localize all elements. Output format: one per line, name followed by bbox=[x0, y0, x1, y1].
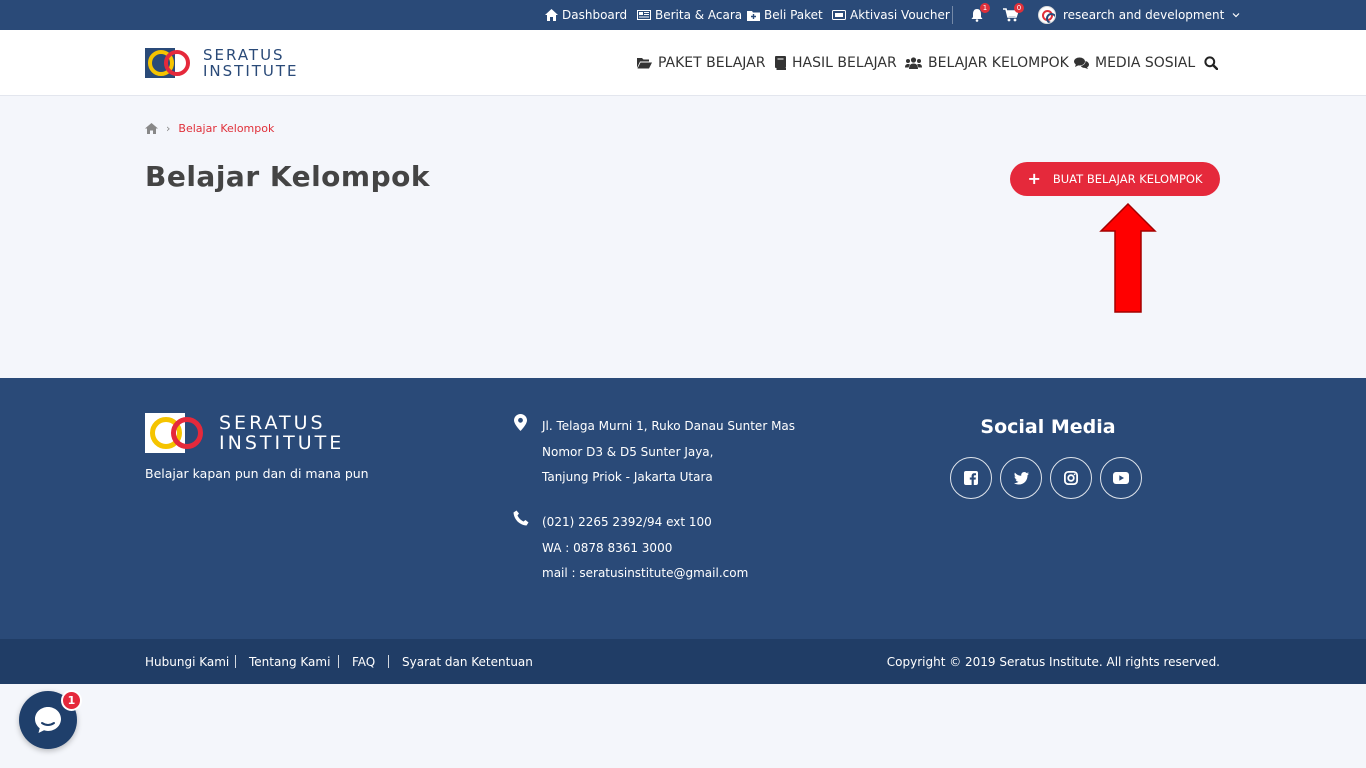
address-line-1: Jl. Telaga Murni 1, Ruko Danau Sunter Ma… bbox=[542, 419, 796, 433]
home-icon[interactable] bbox=[145, 122, 158, 134]
topbar-dashboard-label: Dashboard bbox=[562, 8, 628, 22]
user-name: research and development bbox=[1063, 8, 1225, 22]
map-pin-icon bbox=[514, 414, 527, 431]
topbar-divider bbox=[952, 6, 953, 24]
breadcrumb-current: Belajar Kelompok bbox=[178, 121, 275, 135]
footer-logo-text: SERATUS INSTITUTE bbox=[219, 411, 345, 454]
contact-whatsapp: WA : 0878 8361 3000 bbox=[542, 541, 673, 555]
topbar-news-label: Berita & Acara bbox=[655, 8, 743, 22]
nav-belajar-kelompok[interactable]: BELAJAR KELOMPOK bbox=[905, 30, 1069, 96]
breadcrumb-separator: › bbox=[166, 121, 171, 135]
address-line-2: Nomor D3 & D5 Sunter Jaya, bbox=[542, 445, 714, 459]
create-study-group-button[interactable]: + BUAT BELAJAR KELOMPOK bbox=[1010, 162, 1220, 196]
home-icon bbox=[545, 9, 558, 21]
youtube-icon bbox=[1113, 472, 1129, 484]
nav-hasil-belajar-label: HASIL BELAJAR bbox=[792, 55, 897, 71]
breadcrumb: › Belajar Kelompok bbox=[145, 121, 274, 135]
search-icon bbox=[1204, 56, 1218, 70]
phone-icon bbox=[513, 510, 529, 526]
logo-text: SERATUS INSTITUTE bbox=[203, 45, 299, 80]
twitter-icon bbox=[1013, 471, 1029, 484]
comments-icon bbox=[1074, 57, 1089, 69]
footer-logo-line2: INSTITUTE bbox=[219, 431, 345, 454]
address-line-3: Tanjung Priok - Jakarta Utara bbox=[542, 470, 713, 484]
topbar-dashboard-link[interactable]: Dashboard bbox=[545, 0, 627, 30]
youtube-button[interactable] bbox=[1100, 457, 1142, 499]
topbar-news-link[interactable]: Berita & Acara bbox=[637, 0, 742, 30]
footer-link-terms[interactable]: Syarat dan Ketentuan bbox=[402, 639, 533, 684]
facebook-icon bbox=[964, 471, 978, 485]
instagram-button[interactable] bbox=[1050, 457, 1092, 499]
footer-link-separator bbox=[338, 655, 339, 668]
folder-open-icon bbox=[637, 58, 652, 69]
topbar-voucher-link[interactable]: Aktivasi Voucher bbox=[832, 0, 950, 30]
plus-icon: + bbox=[1027, 169, 1041, 188]
nav-media-sosial-label: MEDIA SOSIAL bbox=[1095, 55, 1196, 71]
footer-tagline: Belajar kapan pun dan di mana pun bbox=[145, 466, 369, 481]
footer-bottom-bar: Hubungi Kami Tentang Kami FAQ Syarat dan… bbox=[0, 639, 1366, 684]
facebook-button[interactable] bbox=[950, 457, 992, 499]
contact-email: mail : seratusinstitute@gmail.com bbox=[542, 566, 749, 580]
chat-unread-badge: 1 bbox=[61, 690, 82, 711]
nav-hasil-belajar[interactable]: HASIL BELAJAR bbox=[775, 30, 897, 96]
main-header: SERATUS INSTITUTE PAKET BELAJAR HASIL BE… bbox=[0, 30, 1366, 96]
nav-paket-belajar-label: PAKET BELAJAR bbox=[658, 55, 766, 71]
copyright-text: Copyright © 2019 Seratus Institute. All … bbox=[886, 654, 1220, 669]
footer-link-about[interactable]: Tentang Kami bbox=[249, 639, 330, 684]
ticket-icon bbox=[832, 10, 846, 20]
site-logo[interactable]: SERATUS INSTITUTE bbox=[145, 47, 299, 79]
social-media-title: Social Media bbox=[980, 416, 1116, 438]
cart-icon-wrap: 0 bbox=[1003, 3, 1024, 22]
twitter-button[interactable] bbox=[1000, 457, 1042, 499]
logo-line2: INSTITUTE bbox=[203, 61, 299, 80]
footer-logo-line1: SERATUS bbox=[219, 411, 326, 434]
footer-link-separator bbox=[235, 655, 236, 668]
logo-mark-icon bbox=[145, 47, 197, 79]
topbar-buy-package-label: Beli Paket bbox=[764, 8, 823, 22]
page-title: Belajar Kelompok bbox=[145, 160, 430, 193]
users-icon bbox=[905, 57, 922, 69]
nav-paket-belajar[interactable]: PAKET BELAJAR bbox=[637, 30, 766, 96]
folder-plus-icon bbox=[747, 10, 760, 21]
footer-link-faq[interactable]: FAQ bbox=[352, 639, 375, 684]
footer-link-separator bbox=[388, 655, 389, 668]
nav-belajar-kelompok-label: BELAJAR KELOMPOK bbox=[928, 55, 1069, 71]
newspaper-icon bbox=[637, 10, 651, 20]
topbar-buy-package-link[interactable]: Beli Paket bbox=[747, 0, 823, 30]
nav-media-sosial[interactable]: MEDIA SOSIAL bbox=[1074, 30, 1195, 96]
footer-logo-mark-icon bbox=[145, 413, 213, 453]
avatar bbox=[1038, 6, 1056, 24]
contact-phone: (021) 2265 2392/94 ext 100 bbox=[542, 515, 712, 529]
top-bar: Dashboard Berita & Acara Beli Paket Akti… bbox=[0, 0, 1366, 30]
chevron-down-icon bbox=[1232, 13, 1240, 18]
footer-logo[interactable]: SERATUS INSTITUTE bbox=[145, 413, 344, 453]
search-button[interactable] bbox=[1204, 30, 1218, 96]
bell-icon-wrap: 1 bbox=[970, 3, 990, 22]
cart-badge: 0 bbox=[1014, 3, 1024, 13]
notifications-button[interactable]: 1 bbox=[970, 0, 990, 30]
notifications-badge: 1 bbox=[980, 3, 990, 13]
logo-line1: SERATUS bbox=[203, 45, 285, 64]
chat-bubble-icon bbox=[35, 707, 61, 733]
user-menu[interactable]: research and development bbox=[1038, 0, 1240, 30]
topbar-voucher-label: Aktivasi Voucher bbox=[850, 8, 950, 22]
instagram-icon bbox=[1064, 471, 1078, 485]
create-study-group-label: BUAT BELAJAR KELOMPOK bbox=[1052, 172, 1203, 186]
book-icon bbox=[775, 56, 786, 70]
cart-button[interactable]: 0 bbox=[1003, 0, 1024, 30]
footer: SERATUS INSTITUTE Belajar kapan pun dan … bbox=[0, 378, 1366, 639]
annotation-arrow bbox=[1099, 203, 1157, 313]
footer-link-contact[interactable]: Hubungi Kami bbox=[145, 639, 229, 684]
